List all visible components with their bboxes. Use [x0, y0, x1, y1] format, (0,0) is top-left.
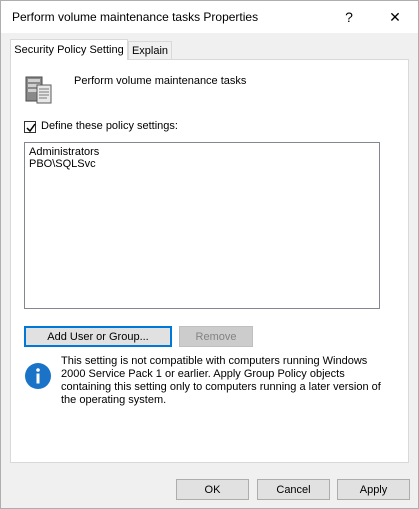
apply-button[interactable]: Apply: [337, 479, 410, 500]
define-policy-label[interactable]: Define these policy settings:: [41, 120, 178, 132]
checkmark-icon: [26, 123, 36, 133]
close-button[interactable]: ✕: [373, 1, 417, 33]
tab-explain[interactable]: Explain: [128, 41, 172, 60]
info-message: This setting is not compatible with comp…: [61, 355, 381, 406]
list-item[interactable]: Administrators: [29, 146, 375, 158]
ok-button[interactable]: OK: [176, 479, 249, 500]
server-icon: [23, 75, 53, 105]
title-bar[interactable]: Perform volume maintenance tasks Propert…: [1, 1, 418, 33]
tab-label: Security Policy Setting: [14, 44, 124, 56]
tab-label: Explain: [131, 44, 169, 57]
help-button[interactable]: ?: [327, 1, 371, 33]
list-item[interactable]: PBO\SQLSvc: [29, 158, 375, 170]
policy-name: Perform volume maintenance tasks: [74, 75, 247, 87]
remove-button[interactable]: Remove: [179, 326, 253, 347]
cancel-button[interactable]: Cancel: [257, 479, 330, 500]
define-policy-checkbox[interactable]: [24, 121, 36, 133]
window-title: Perform volume maintenance tasks Propert…: [12, 10, 259, 24]
tab-security-policy-setting[interactable]: Security Policy Setting: [10, 39, 128, 60]
add-user-or-group-button[interactable]: Add User or Group...: [24, 326, 172, 347]
properties-dialog: Perform volume maintenance tasks Propert…: [0, 0, 419, 509]
members-listbox[interactable]: Administrators PBO\SQLSvc: [24, 142, 380, 309]
info-icon: [24, 362, 52, 390]
